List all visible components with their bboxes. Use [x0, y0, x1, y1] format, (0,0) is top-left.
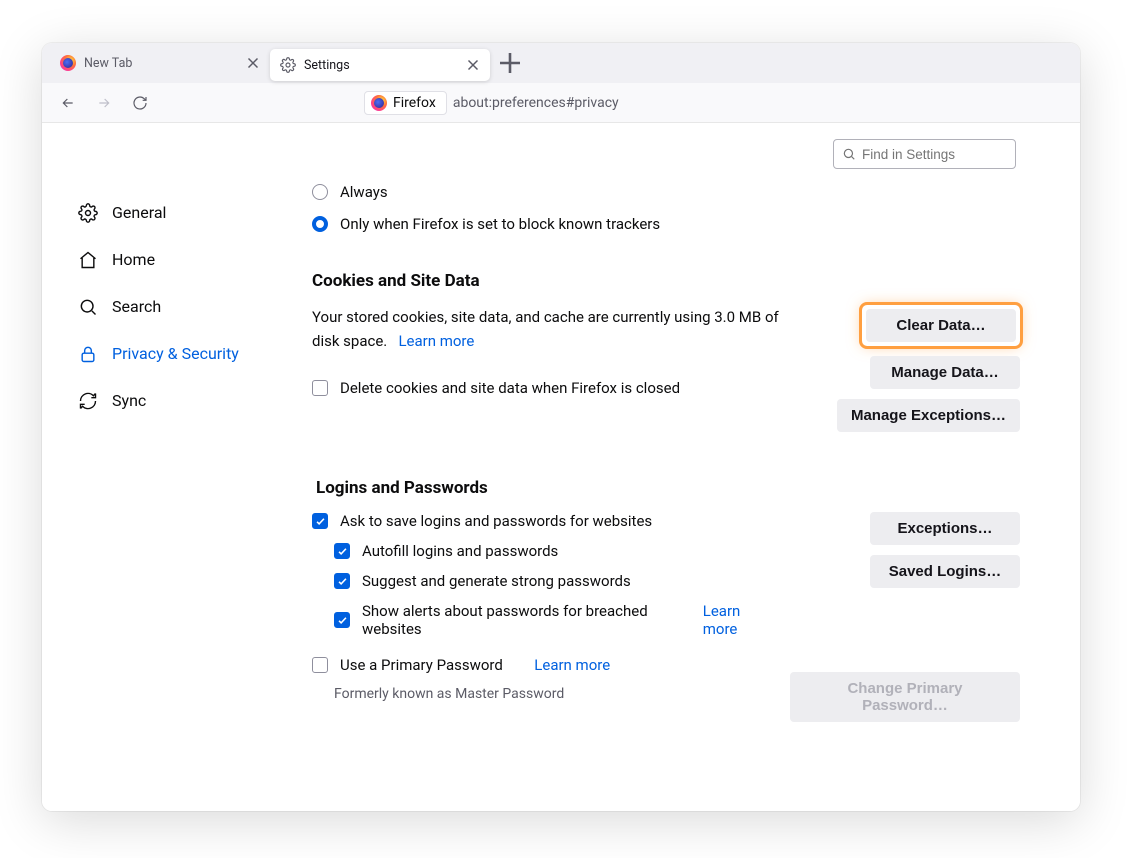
- lock-icon: [78, 344, 98, 364]
- sidebar-item-label: Search: [112, 297, 161, 316]
- content: General Home Search Privacy & Security S…: [42, 123, 1080, 811]
- checkbox-label: Show alerts about passwords for breached…: [362, 602, 671, 638]
- new-tab-button[interactable]: [494, 47, 526, 79]
- cookies-heading: Cookies and Site Data: [312, 271, 1020, 291]
- reload-button[interactable]: [126, 89, 154, 117]
- settings-sidebar: General Home Search Privacy & Security S…: [42, 123, 292, 811]
- radio-icon: [312, 184, 328, 200]
- url-text: about:preferences#privacy: [453, 95, 619, 111]
- identity-label: Firefox: [393, 95, 436, 111]
- sidebar-item-label: Home: [112, 250, 155, 269]
- radio-label: Always: [340, 183, 388, 201]
- manage-exceptions-button[interactable]: Manage Exceptions…: [837, 399, 1020, 432]
- search-icon: [842, 147, 856, 161]
- gear-icon: [280, 57, 296, 73]
- primary-learn-more-link[interactable]: Learn more: [534, 656, 610, 674]
- cookies-learn-more-link[interactable]: Learn more: [398, 332, 474, 350]
- identity-box[interactable]: Firefox: [364, 91, 447, 115]
- tab-new-tab[interactable]: New Tab: [50, 47, 270, 79]
- tabbar: New Tab Settings: [42, 43, 1080, 83]
- manage-data-button[interactable]: Manage Data…: [870, 356, 1020, 389]
- tab-settings[interactable]: Settings: [270, 49, 490, 81]
- close-icon[interactable]: [464, 56, 482, 74]
- checkbox-suggest-passwords[interactable]: Suggest and generate strong passwords: [334, 572, 770, 590]
- settings-search-input[interactable]: [862, 147, 1007, 162]
- highlighted-clear-data: Clear Data…: [862, 305, 1020, 346]
- sidebar-item-home[interactable]: Home: [78, 236, 292, 283]
- radio-always[interactable]: Always: [312, 183, 1020, 201]
- search-icon: [78, 297, 98, 317]
- tab-label: Settings: [304, 58, 456, 73]
- gear-icon: [78, 203, 98, 223]
- checkbox-icon: [334, 612, 350, 628]
- primary-password-note: Formerly known as Master Password: [334, 686, 770, 702]
- checkbox-label: Use a Primary Password: [340, 656, 503, 674]
- browser-window: New Tab Settings: [42, 43, 1080, 811]
- tab-label: New Tab: [84, 56, 236, 71]
- sidebar-item-general[interactable]: General: [78, 189, 292, 236]
- logins-heading: Logins and Passwords: [316, 478, 1020, 498]
- checkbox-icon: [312, 657, 328, 673]
- checkbox-icon: [334, 573, 350, 589]
- logins-exceptions-button[interactable]: Exceptions…: [870, 512, 1020, 545]
- checkbox-label: Autofill logins and passwords: [362, 542, 558, 560]
- forward-button[interactable]: [90, 89, 118, 117]
- checkbox-label: Ask to save logins and passwords for web…: [340, 512, 652, 530]
- checkbox-label: Delete cookies and site data when Firefo…: [340, 379, 680, 397]
- cookies-description: Your stored cookies, site data, and cach…: [312, 305, 805, 353]
- radio-only-blocked[interactable]: Only when Firefox is set to block known …: [312, 215, 1020, 233]
- alerts-learn-more-link[interactable]: Learn more: [703, 602, 770, 638]
- checkbox-autofill[interactable]: Autofill logins and passwords: [334, 542, 770, 560]
- sidebar-item-label: General: [112, 203, 166, 222]
- checkbox-breach-alerts[interactable]: Show alerts about passwords for breached…: [334, 602, 770, 638]
- sidebar-item-sync[interactable]: Sync: [78, 377, 292, 424]
- checkbox-icon: [312, 513, 328, 529]
- checkbox-ask-save[interactable]: Ask to save logins and passwords for web…: [312, 512, 770, 530]
- change-primary-password-button[interactable]: Change Primary Password…: [790, 672, 1020, 722]
- url-bar[interactable]: Firefox about:preferences#privacy: [358, 88, 1068, 118]
- settings-search[interactable]: [833, 139, 1016, 169]
- saved-logins-button[interactable]: Saved Logins…: [870, 555, 1020, 588]
- sidebar-item-label: Sync: [112, 391, 146, 410]
- sidebar-item-label: Privacy & Security: [112, 344, 239, 363]
- settings-main: Always Only when Firefox is set to block…: [292, 123, 1080, 811]
- checkbox-label: Suggest and generate strong passwords: [362, 572, 631, 590]
- home-icon: [78, 250, 98, 270]
- radio-icon: [312, 216, 328, 232]
- clear-data-button[interactable]: Clear Data…: [866, 309, 1016, 342]
- radio-label: Only when Firefox is set to block known …: [340, 215, 660, 233]
- back-button[interactable]: [54, 89, 82, 117]
- checkbox-primary-password[interactable]: Use a Primary Password Learn more: [312, 656, 770, 674]
- sidebar-item-search[interactable]: Search: [78, 283, 292, 330]
- firefox-icon: [60, 55, 76, 71]
- checkbox-icon: [334, 543, 350, 559]
- toolbar: Firefox about:preferences#privacy: [42, 83, 1080, 123]
- firefox-icon: [371, 95, 387, 111]
- checkbox-delete-on-close[interactable]: Delete cookies and site data when Firefo…: [312, 379, 805, 397]
- sync-icon: [78, 391, 98, 411]
- checkbox-icon: [312, 380, 328, 396]
- sidebar-item-privacy[interactable]: Privacy & Security: [78, 330, 292, 377]
- close-icon[interactable]: [244, 54, 262, 72]
